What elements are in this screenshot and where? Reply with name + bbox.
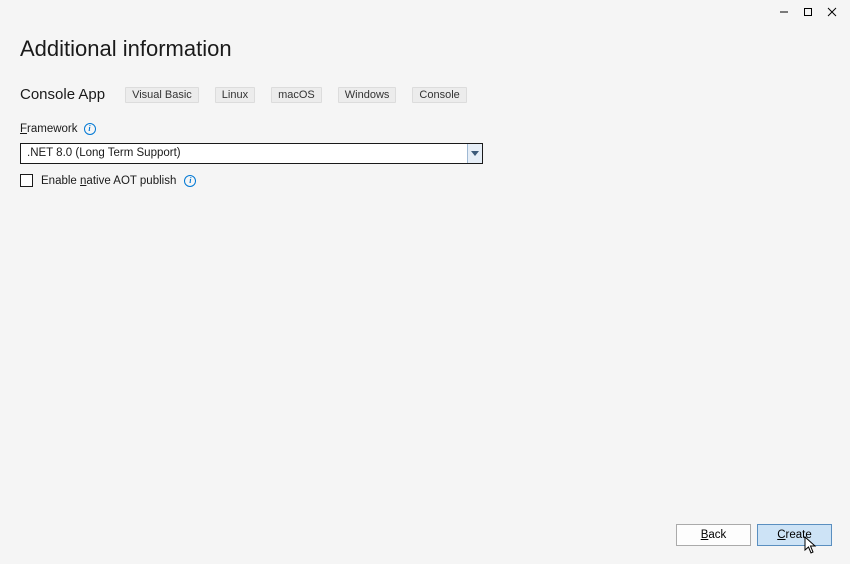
- tag-console: Console: [412, 87, 466, 103]
- chevron-down-icon: [471, 151, 479, 156]
- tag-visual-basic: Visual Basic: [125, 87, 199, 103]
- minimize-icon: [779, 7, 789, 17]
- minimize-button[interactable]: [772, 0, 796, 24]
- page-title: Additional information: [20, 36, 830, 62]
- aot-checkbox[interactable]: [20, 174, 33, 187]
- maximize-icon: [803, 7, 813, 17]
- framework-select-value: .NET 8.0 (Long Term Support): [21, 144, 467, 163]
- framework-label-row: Framework i: [20, 123, 830, 135]
- content-area: Additional information Console App Visua…: [0, 36, 850, 187]
- info-icon[interactable]: i: [84, 123, 96, 135]
- tag-windows: Windows: [338, 87, 397, 103]
- aot-checkbox-row: Enable native AOT publish i: [20, 174, 830, 187]
- titlebar: [0, 0, 850, 24]
- back-button[interactable]: Back: [676, 524, 751, 546]
- close-button[interactable]: [820, 0, 844, 24]
- maximize-button[interactable]: [796, 0, 820, 24]
- tag-linux: Linux: [215, 87, 255, 103]
- tag-macos: macOS: [271, 87, 322, 103]
- dropdown-arrow[interactable]: [467, 144, 482, 163]
- info-icon[interactable]: i: [184, 175, 196, 187]
- project-type-row: Console App Visual Basic Linux macOS Win…: [20, 86, 830, 103]
- aot-checkbox-label: Enable native AOT publish: [41, 175, 176, 187]
- footer-buttons: Back Create: [676, 524, 832, 546]
- project-type-label: Console App: [20, 86, 105, 103]
- framework-select[interactable]: .NET 8.0 (Long Term Support): [20, 143, 483, 164]
- create-button[interactable]: Create: [757, 524, 832, 546]
- close-icon: [827, 7, 837, 17]
- framework-label: Framework: [20, 123, 78, 135]
